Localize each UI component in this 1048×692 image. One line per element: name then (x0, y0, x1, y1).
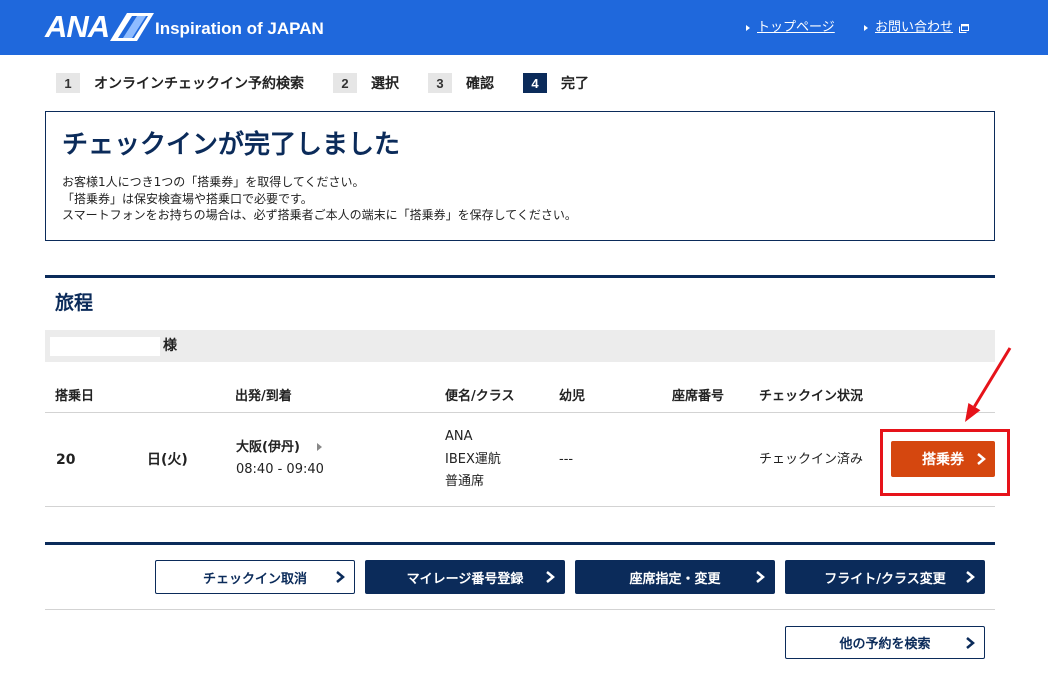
triangle-right-icon (317, 443, 322, 451)
step-4: 4 完了 (523, 73, 589, 93)
cancel-checkin-button[interactable]: チェックイン取消 (155, 560, 355, 594)
chevron-right-icon (966, 636, 975, 649)
step-number: 3 (428, 73, 452, 93)
progress-steps: 1 オンラインチェックイン予約検索 2 選択 3 確認 4 完了 (56, 73, 618, 93)
step-1: 1 オンラインチェックイン予約検索 (56, 73, 304, 93)
step-number: 1 (56, 73, 80, 93)
notice-line: スマートフォンをお持ちの場合は、必ず搭乗者ご本人の端末に「搭乗券」を保存してくだ… (62, 208, 577, 222)
completion-notice: チェックインが完了しました お客様1人につき1つの「搭乗券」を取得してください。… (45, 111, 995, 241)
pointer-arrow-icon (965, 347, 1012, 422)
notice-line: 「搭乗券」は保安検査場や搭乗口で必要です。 (62, 191, 313, 206)
chevron-right-icon (966, 571, 975, 583)
departure-airport: 大阪(伊丹) (236, 440, 300, 455)
column-header-status: チェックイン状況 (759, 389, 864, 404)
top-page-link[interactable]: トップページ (746, 19, 835, 37)
notice-line: お客様1人につき1つの「搭乗券」を取得してください。 (62, 175, 365, 189)
chevron-right-icon (546, 571, 555, 583)
contact-link-label[interactable]: お問い合わせ (875, 19, 953, 37)
step-number: 4 (523, 73, 547, 93)
column-header-flight: 便名/クラス (445, 389, 515, 404)
change-flight-class-button[interactable]: フライト/クラス変更 (785, 560, 985, 594)
triangle-right-icon (746, 25, 750, 31)
change-seat-button[interactable]: 座席指定・変更 (575, 560, 775, 594)
table-divider (45, 412, 995, 413)
step-2: 2 選択 (333, 73, 399, 93)
search-other-reservation-button[interactable]: 他の予約を検索 (785, 626, 985, 659)
search-other-label[interactable]: 他の予約を検索 (839, 633, 930, 652)
notice-text: お客様1人につき1つの「搭乗券」を取得してください。 「搭乗券」は保安検査場や搭… (62, 174, 577, 224)
register-mileage-label[interactable]: マイレージ番号登録 (407, 568, 524, 587)
step-number: 2 (333, 73, 357, 93)
column-header-date: 搭乗日 (55, 389, 95, 404)
register-mileage-number-button[interactable]: マイレージ番号登録 (365, 560, 565, 594)
column-header-route: 出発/到着 (235, 389, 292, 404)
highlight-box (880, 429, 1010, 496)
step-label: 完了 (561, 76, 589, 92)
change-flight-class-label[interactable]: フライト/クラス変更 (824, 568, 946, 587)
actions-divider (45, 609, 995, 610)
itinerary-heading: 旅程 (55, 292, 94, 314)
section-divider (45, 275, 995, 278)
change-seat-label[interactable]: 座席指定・変更 (629, 568, 720, 587)
cabin-class: 普通席 (445, 474, 485, 489)
chevron-right-icon (336, 571, 345, 583)
ana-logo[interactable]: ANA (45, 9, 155, 44)
checkin-status: チェックイン済み (759, 452, 864, 467)
contact-link[interactable]: お問い合わせ (864, 19, 970, 37)
site-tagline: Inspiration of JAPAN (155, 19, 324, 38)
section-divider (45, 542, 995, 545)
logo-text: ANA (45, 9, 110, 44)
passenger-honorific: 様 (163, 338, 177, 354)
chevron-right-icon (756, 571, 765, 583)
passenger-bar (45, 330, 995, 362)
step-label: オンラインチェックイン予約検索 (94, 76, 304, 92)
external-window-icon (959, 23, 970, 33)
operating-carrier: IBEX運航 (445, 452, 501, 467)
airline: ANA (445, 429, 473, 444)
boarding-date-weekday: 日(火) (147, 452, 188, 468)
row-divider (45, 506, 995, 507)
redacted-date (77, 446, 146, 472)
step-3: 3 確認 (428, 73, 494, 93)
flight-time: 08:40 - 09:40 (236, 462, 324, 477)
logo-stripes-icon (110, 13, 155, 41)
site-header: ANA Inspiration of JAPAN トップページ お問い合わせ (0, 0, 1048, 55)
boarding-date-prefix: 20 (56, 452, 76, 468)
page-title: チェックインが完了しました (62, 130, 401, 160)
top-page-link-label[interactable]: トップページ (757, 19, 835, 37)
column-header-seat: 座席番号 (672, 389, 725, 404)
redacted-passenger-name (50, 337, 160, 356)
step-label: 選択 (371, 76, 399, 92)
step-label: 確認 (466, 76, 494, 92)
infant-value: --- (559, 452, 574, 467)
triangle-right-icon (864, 25, 868, 31)
cancel-checkin-label[interactable]: チェックイン取消 (203, 568, 307, 587)
column-header-infant: 幼児 (559, 389, 586, 404)
